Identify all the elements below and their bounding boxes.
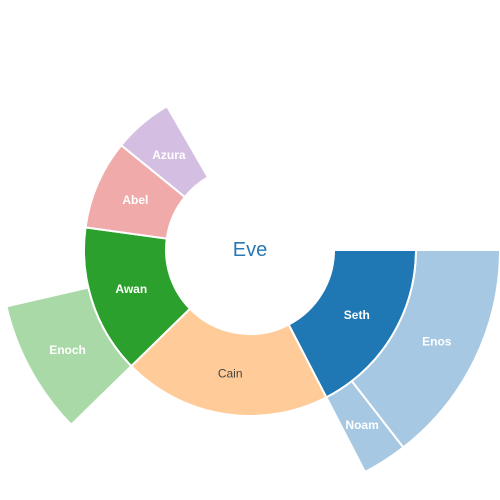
center-label: Eve — [233, 239, 267, 261]
segment-label-seth: Seth — [344, 308, 370, 322]
segment-label-abel: Abel — [122, 193, 148, 207]
segment-label-awan: Awan — [115, 282, 147, 296]
segment-label-cain: Cain — [218, 366, 243, 380]
segments-layer — [5, 104, 500, 474]
segment-label-enos: Enos — [422, 334, 452, 348]
segment-label-azura: Azura — [152, 148, 186, 162]
segment-label-noam: Noam — [345, 418, 378, 432]
segment-label-enoch: Enoch — [49, 343, 86, 357]
sunburst-chart: Seth Cain Awan Abel Azura Enos Noam Enoch Eve — [5, 104, 500, 474]
